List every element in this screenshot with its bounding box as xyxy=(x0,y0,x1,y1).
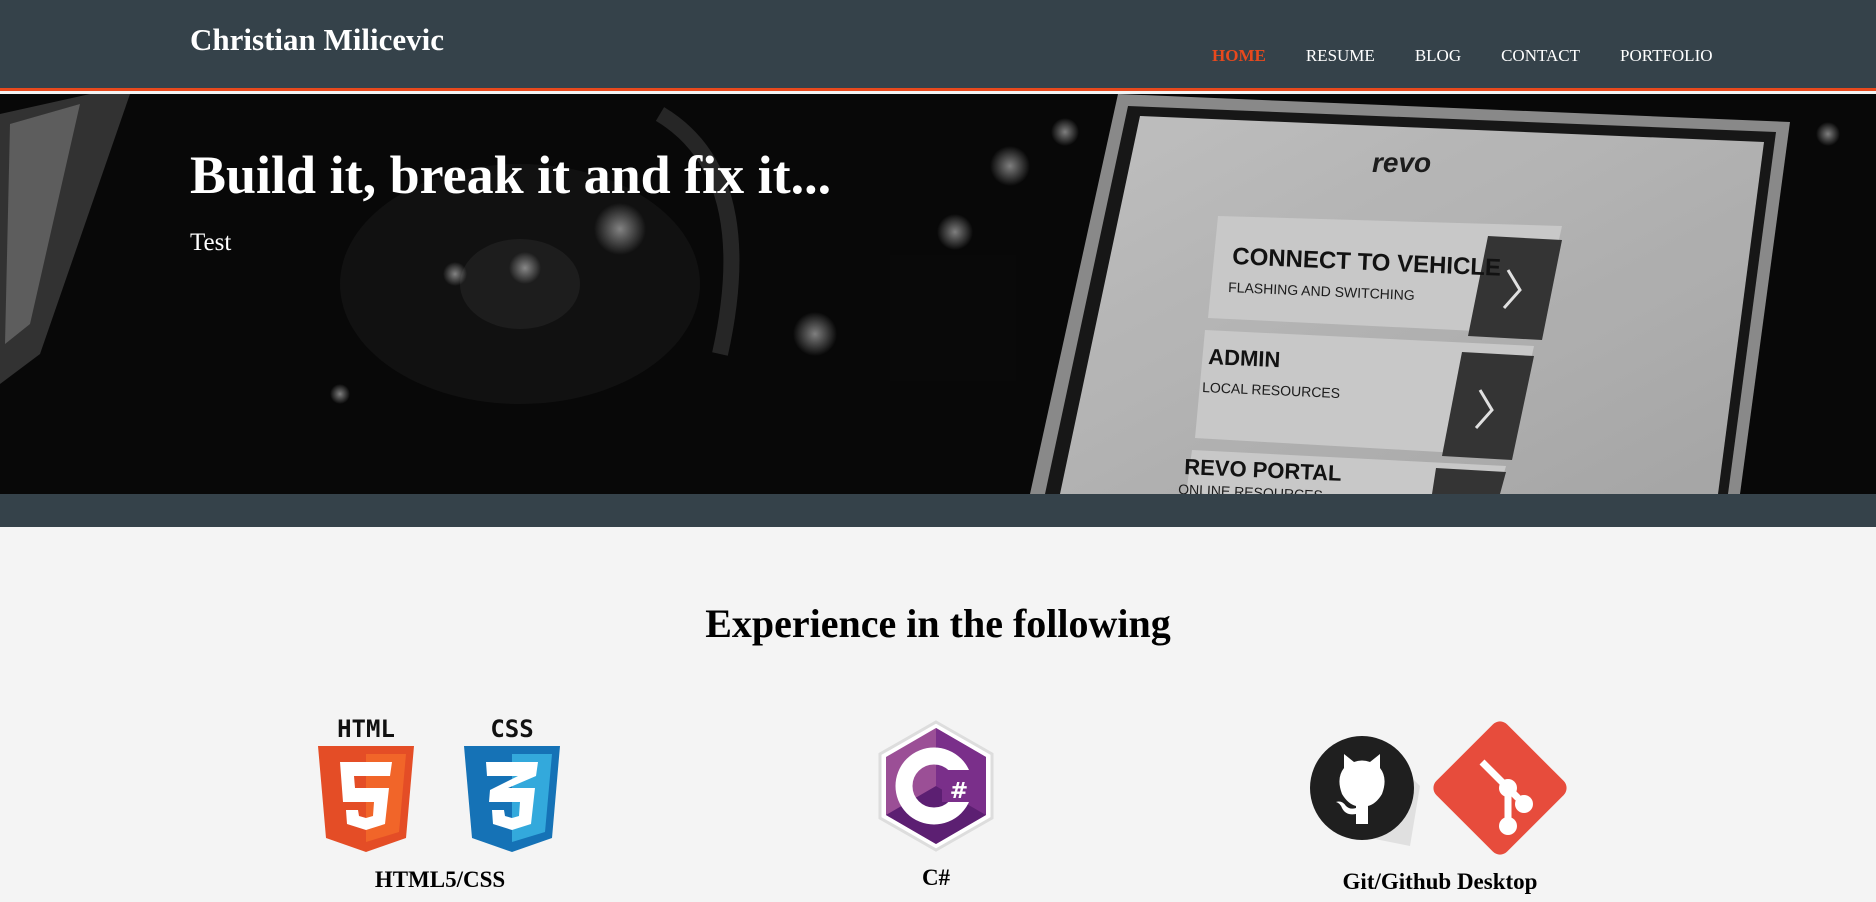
svg-text:HTML: HTML xyxy=(337,715,395,743)
hero-bottom-band xyxy=(0,494,1876,527)
nav-home[interactable]: HOME xyxy=(1212,46,1266,66)
skill-git-github: Git/Github Desktop xyxy=(1300,716,1580,895)
site-brand[interactable]: Christian Milicevic xyxy=(190,22,444,58)
csharp-icon: # xyxy=(878,720,994,852)
hero-subtitle: Test xyxy=(190,229,232,256)
skill-label: HTML5/CSS xyxy=(374,867,506,892)
svg-text:#: # xyxy=(950,779,968,804)
skill-csharp: # C# xyxy=(866,718,1006,891)
html5-icon: HTML CSS xyxy=(318,715,560,852)
skill-label: Git/Github Desktop xyxy=(1342,869,1538,894)
experience-title: Experience in the following xyxy=(705,601,1171,646)
nav-blog[interactable]: BLOG xyxy=(1415,46,1461,66)
main-nav: HOME RESUME BLOG CONTACT PORTFOLIO xyxy=(1212,46,1753,66)
hero-banner: revo CONNECT TO VEHICLE FLASHING AND SWI… xyxy=(0,94,1876,494)
skill-label: C# xyxy=(921,865,951,890)
skill-html-css: HTML CSS HTML5/CSS xyxy=(310,710,570,893)
nav-contact[interactable]: CONTACT xyxy=(1501,46,1580,66)
site-header: Christian Milicevic HOME RESUME BLOG CON… xyxy=(0,0,1876,91)
github-icon xyxy=(1310,721,1567,855)
hero-title: Build it, break it and fix it... xyxy=(190,145,832,205)
nav-resume[interactable]: RESUME xyxy=(1306,46,1375,66)
nav-portfolio[interactable]: PORTFOLIO xyxy=(1620,46,1713,66)
svg-text:CSS: CSS xyxy=(490,715,533,743)
